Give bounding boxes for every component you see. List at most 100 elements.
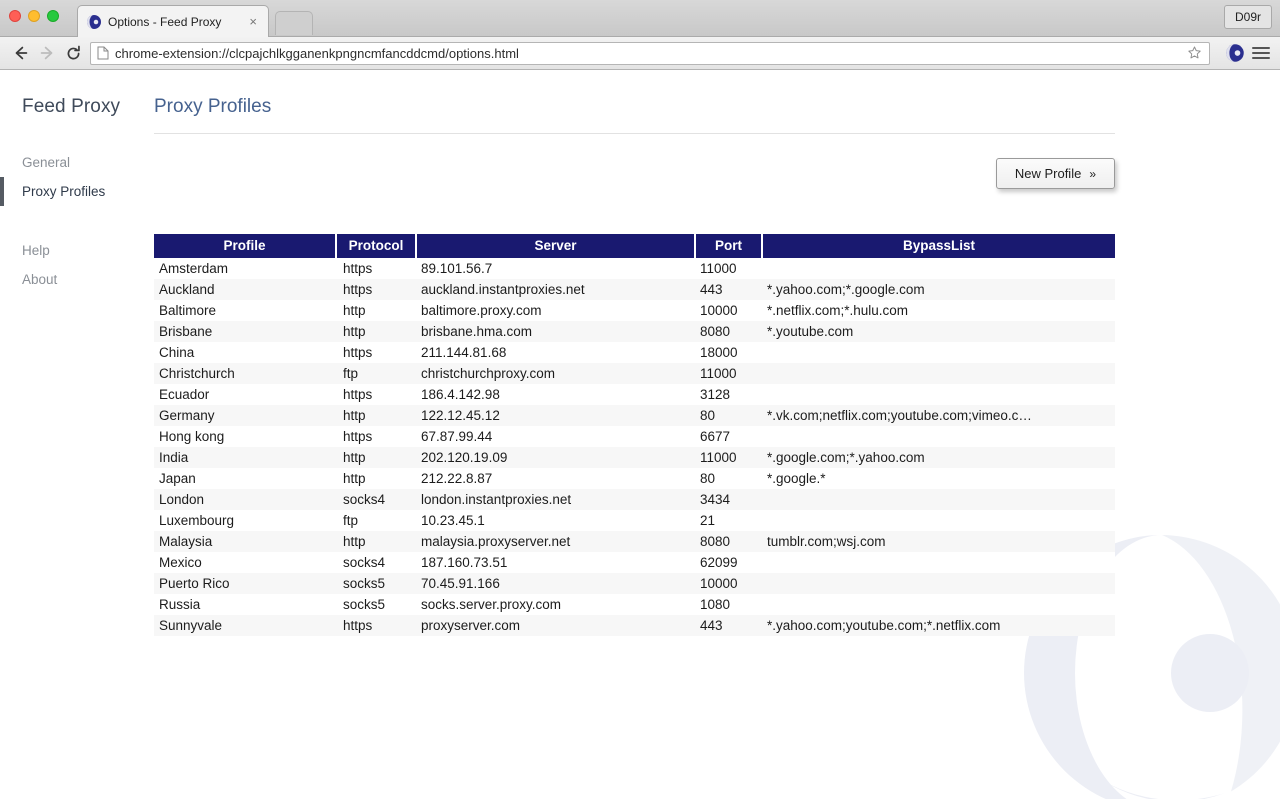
hamburger-menu-icon[interactable]: [1252, 44, 1270, 62]
protocol-cell: https: [343, 387, 373, 402]
profile-cell: Germany: [159, 408, 215, 423]
server-cell: 187.160.73.51: [421, 555, 508, 570]
reload-icon[interactable]: [60, 40, 86, 66]
server-cell: 122.12.45.12: [421, 408, 500, 423]
protocol-cell: ftp: [343, 366, 359, 381]
port-cell: 80: [700, 408, 716, 423]
window-controls: [9, 10, 59, 22]
main-content: Proxy Profiles New Profile» Profile Prot…: [154, 96, 1280, 636]
table-row[interactable]: India http 202.120.19.09 11000 *.google.com;…: [154, 447, 1115, 468]
server-cell: 67.87.99.44: [421, 429, 493, 444]
protocol-cell: https: [343, 261, 373, 276]
sidebar-item-label: General: [22, 155, 71, 170]
protocol-cell: http: [343, 450, 366, 465]
back-arrow-icon[interactable]: [8, 40, 34, 66]
table-row[interactable]: Christchurch ftp christchurchproxy.com 1100…: [154, 363, 1115, 384]
browser-window: Options - Feed Proxy × D09r chrome-exten…: [0, 0, 1280, 800]
column-header-server[interactable]: Server: [416, 234, 696, 258]
port-cell: 21: [700, 513, 716, 528]
table-row[interactable]: Russia socks5 socks.server.proxy.com 1080: [154, 594, 1115, 615]
column-header-bypasslist[interactable]: BypassList: [762, 234, 1115, 258]
table-row[interactable]: Puerto Rico socks5 70.45.91.166 10000: [154, 573, 1115, 594]
sidebar-item-about[interactable]: About: [22, 265, 154, 294]
profile-cell: Mexico: [159, 555, 202, 570]
table-row[interactable]: Amsterdam https 89.101.56.7 11000: [154, 258, 1115, 279]
sidebar-divider: [22, 206, 154, 236]
port-cell: 10000: [700, 303, 738, 318]
action-row: New Profile »: [154, 134, 1115, 212]
column-header-protocol[interactable]: Protocol: [336, 234, 417, 258]
profile-cell: India: [159, 450, 189, 465]
profile-cell: Christchurch: [159, 366, 235, 381]
sidebar-item-general[interactable]: General: [22, 148, 154, 177]
table-row[interactable]: Malaysia http malaysia.proxyserver.net 8080…: [154, 531, 1115, 552]
column-header-port[interactable]: Port: [695, 234, 763, 258]
app-brand: Feed Proxy: [22, 96, 121, 117]
protocol-cell: https: [343, 429, 373, 444]
profile-cell: Hong kong: [159, 429, 225, 444]
options-page: Feed Proxy General Proxy Profiles Help A…: [0, 70, 1280, 799]
port-cell: 6677: [700, 429, 731, 444]
table-row[interactable]: Auckland https auckland.instantproxies.net…: [154, 279, 1115, 300]
minimize-window-button[interactable]: [28, 10, 40, 22]
port-cell: 10000: [700, 576, 738, 591]
table-row[interactable]: Baltimore http baltimore.proxy.com 10000 *.n…: [154, 300, 1115, 321]
new-tab-button[interactable]: [275, 11, 313, 35]
column-header-profile[interactable]: Profile: [154, 234, 337, 258]
close-icon[interactable]: ×: [246, 15, 260, 28]
port-cell: 3128: [700, 387, 731, 402]
tab-strip: Options - Feed Proxy × D09r: [0, 0, 1280, 37]
profile-cell: China: [159, 345, 195, 360]
bypasslist-cell: *.google.com;*.yahoo.com: [767, 450, 925, 465]
server-cell: proxyserver.com: [421, 618, 521, 633]
browser-toolbar: chrome-extension://clcpajchlkgganenkpngn…: [0, 37, 1280, 70]
table-row[interactable]: Mexico socks4 187.160.73.51 62099: [154, 552, 1115, 573]
table-row[interactable]: London socks4 london.instantproxies.net 343…: [154, 489, 1115, 510]
port-cell: 8080: [700, 534, 731, 549]
server-cell: 89.101.56.7: [421, 261, 493, 276]
table-row[interactable]: Brisbane http brisbane.hma.com 8080 *.youtub…: [154, 321, 1115, 342]
star-icon[interactable]: [1187, 45, 1203, 61]
browser-tab[interactable]: Options - Feed Proxy ×: [77, 5, 269, 37]
port-cell: 80: [700, 471, 716, 486]
server-cell: 211.144.81.68: [421, 345, 507, 360]
table-row[interactable]: Germany http 122.12.45.12 80 *.vk.com;netfli…: [154, 405, 1115, 426]
options-layout: Feed Proxy General Proxy Profiles Help A…: [0, 70, 1280, 636]
server-cell: socks.server.proxy.com: [421, 597, 562, 612]
sidebar-item-help[interactable]: Help: [22, 236, 154, 265]
table-row[interactable]: China https 211.144.81.68 18000: [154, 342, 1115, 363]
port-cell: 11000: [700, 261, 737, 276]
bypasslist-cell: *.netflix.com;*.hulu.com: [767, 303, 909, 318]
document-icon: [97, 46, 109, 60]
table-row[interactable]: Sunnyvale https proxyserver.com 443 *.yahoo.…: [154, 615, 1115, 636]
bypasslist-cell: tumblr.com;wsj.com: [767, 534, 886, 549]
bypasslist-cell: *.yahoo.com;youtube.com;*.netflix.com: [767, 618, 1001, 633]
new-profile-button[interactable]: New Profile »: [995, 157, 1115, 189]
table-header: Profile Protocol Server Port BypassList: [154, 234, 1115, 258]
table-row[interactable]: Japan http 212.22.8.87 80 *.google.*: [154, 468, 1115, 489]
bypasslist-cell: [762, 573, 1115, 594]
feed-proxy-extension-icon[interactable]: [1225, 43, 1245, 63]
profile-cell: Luxembourg: [159, 513, 235, 528]
profile-cell: Russia: [159, 597, 201, 612]
close-window-button[interactable]: [9, 10, 21, 22]
table-row[interactable]: Luxembourg ftp 10.23.45.1 21: [154, 510, 1115, 531]
sidebar-item-label: Help: [22, 243, 50, 258]
bypasslist-cell: [762, 426, 1115, 447]
table-row[interactable]: Ecuador https 186.4.142.98 3128: [154, 384, 1115, 405]
protocol-cell: socks5: [343, 576, 386, 591]
server-cell: malaysia.proxyserver.net: [421, 534, 571, 549]
forward-arrow-icon: [34, 40, 60, 66]
protocol-cell: socks5: [343, 597, 386, 612]
profile-badge[interactable]: D09r: [1223, 5, 1272, 29]
protocol-cell: http: [343, 534, 366, 549]
server-cell: london.instantproxies.net: [421, 492, 572, 507]
maximize-window-button[interactable]: [47, 10, 59, 22]
profile-cell: Baltimore: [159, 303, 217, 318]
port-cell: 8080: [700, 324, 731, 339]
bypasslist-cell: [762, 342, 1115, 363]
table-row[interactable]: Hong kong https 67.87.99.44 6677: [154, 426, 1115, 447]
profile-badge-label: D09r: [1234, 10, 1261, 24]
sidebar-item-proxy-profiles[interactable]: Proxy Profiles: [0, 177, 154, 206]
address-bar[interactable]: chrome-extension://clcpajchlkgganenkpngn…: [90, 41, 1210, 65]
